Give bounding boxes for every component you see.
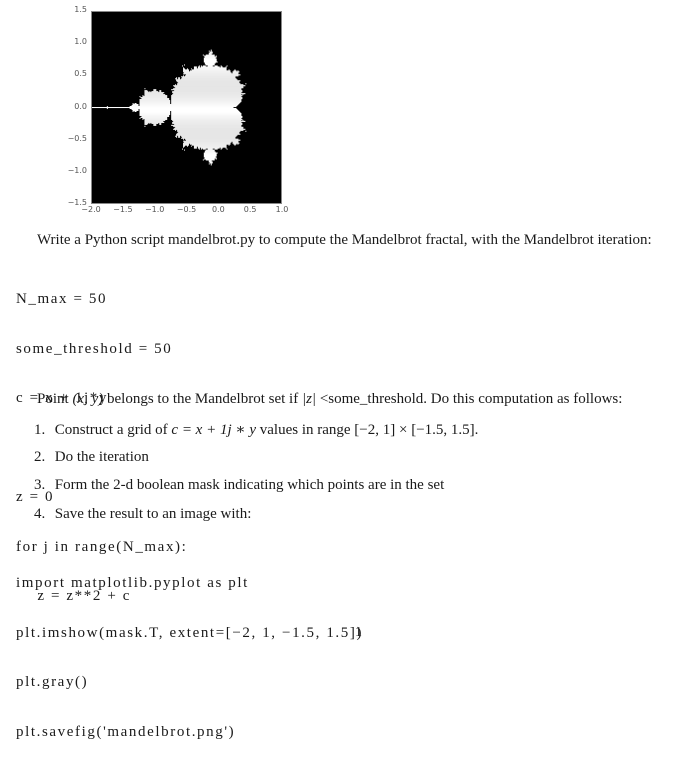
y-tick-label: 0.0 (74, 101, 87, 111)
y-tick-label: −1.0 (67, 165, 87, 175)
x-tick-label: 0.0 (211, 205, 225, 214)
mandelbrot-image (91, 11, 282, 204)
x-tick-label: −1.0 (144, 205, 165, 214)
code-line: plt.savefig('mandelbrot.png') (16, 723, 236, 740)
code-block-save: import matplotlib.pyplot as plt plt.imsh… (16, 542, 363, 757)
code-line: plt.imshow(mask.T, extent=[−2, 1, −1.5, … (16, 624, 364, 641)
x-tick-label: −2.0 (81, 205, 101, 214)
mandelbrot-fractal (92, 49, 247, 166)
y-tick-label: 1.0 (74, 37, 87, 47)
list-item-step-2: 2. Do the iteration (34, 449, 149, 465)
intro-paragraph: Write a Python script mandelbrot.py to c… (37, 232, 652, 248)
y-tick-label: −0.5 (67, 133, 87, 143)
code-line: some_threshold = 50 (16, 340, 173, 357)
list-item-step-4: 4. Save the result to an image with: (34, 506, 252, 522)
list-item-step-3: 3. Form the 2-d boolean mask indicating … (34, 477, 445, 493)
x-tick-label: 1.0 (275, 205, 289, 214)
x-tick-label: −0.5 (176, 205, 197, 214)
list-item-step-1: 1. Construct a grid of c = x + 1j ∗ y va… (34, 422, 479, 438)
code-line: plt.gray() (16, 674, 89, 690)
code-line: N_max = 50 (16, 291, 108, 307)
x-tick-label: 0.5 (243, 205, 257, 214)
y-tick-label: 0.5 (74, 69, 87, 79)
condition-paragraph: Point (x, y) belongs to the Mandelbrot s… (37, 391, 623, 407)
page-number: 1 (355, 625, 362, 640)
mandelbrot-figure: 1.5 1.0 0.5 0.0 −0.5 −1.0 −1.5 −2.0 −1.5 −1.0 −0.… (0, 0, 300, 225)
y-tick-label: 1.5 (74, 5, 87, 14)
code-line: import matplotlib.pyplot as plt (16, 575, 249, 591)
x-tick-label: −1.5 (113, 205, 133, 214)
